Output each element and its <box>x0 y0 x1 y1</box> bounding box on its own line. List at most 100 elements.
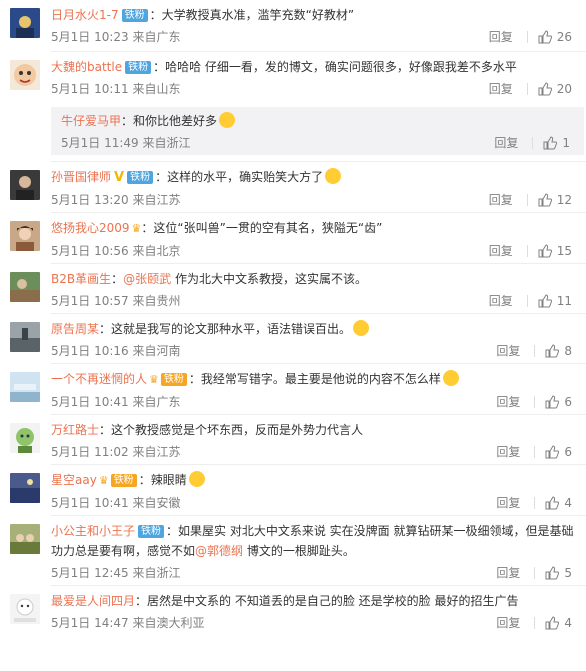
comment-item: 原告周某：这就是我写的论文那种水平，语法错误百出。 5月1日 10:16 来自河… <box>0 314 586 363</box>
avatar[interactable] <box>10 322 40 352</box>
like-button[interactable]: 26 <box>538 25 572 49</box>
verified-v-icon: V <box>114 170 125 185</box>
reply-button[interactable]: 回复 <box>489 289 513 313</box>
like-count: 26 <box>556 30 572 44</box>
thumb-up-icon <box>545 344 560 358</box>
thumb-up-icon <box>538 82 552 96</box>
comment-text: ：居然是中文系的 不知道丢的是自己的脸 还是学校的脸 最好的招生广告 <box>135 594 519 608</box>
avatar[interactable] <box>10 372 40 402</box>
reply-button[interactable]: 回复 <box>496 491 520 515</box>
comment-text: ：辣眼睛 <box>138 473 187 487</box>
commenter-name[interactable]: 万红路士 <box>51 423 99 437</box>
comment-time: 5月1日 10:41 来自广东 <box>51 395 181 409</box>
comment-time: 5月1日 10:41 来自安徽 <box>51 496 181 510</box>
like-button[interactable]: 5 <box>545 561 572 585</box>
thumb-up-icon <box>545 616 560 630</box>
avatar[interactable] <box>10 423 40 453</box>
commenter-name[interactable]: B2B革画生 <box>51 272 111 286</box>
comment-item: B2B革画生：@张颐武 作为北大中文系教授，这实属不该。 5月1日 10:57 … <box>0 264 586 313</box>
laugh-emoji-icon <box>188 471 205 487</box>
reply-button[interactable]: 回复 <box>489 239 513 263</box>
crown-icon: ♛ <box>98 474 109 487</box>
grin-emoji-icon <box>325 168 342 184</box>
like-count: 15 <box>556 244 572 258</box>
reply-button[interactable]: 回复 <box>494 131 518 155</box>
like-button[interactable]: 20 <box>538 77 572 101</box>
comment-text: ：这就是我写的论文那种水平，语法错误百出。 <box>99 322 352 336</box>
commenter-name[interactable]: 悠扬我心2009 <box>51 221 130 235</box>
reply-button[interactable]: 回复 <box>496 440 520 464</box>
avatar[interactable] <box>10 473 40 503</box>
fan-badge: 铁粉 <box>125 61 152 74</box>
reply-button[interactable]: 回复 <box>496 339 520 363</box>
avatar[interactable] <box>10 524 40 554</box>
avatar[interactable] <box>10 8 40 38</box>
crown-icon: ♛ <box>149 373 159 386</box>
thumb-up-icon <box>543 136 558 150</box>
like-count: 6 <box>564 395 572 409</box>
reply-button[interactable]: 回复 <box>489 25 513 49</box>
comment-text: ：哈哈哈 仔细一看，发的博文，确实问题很多，好像跟我差不多水平 <box>153 60 517 74</box>
like-button[interactable]: 4 <box>545 611 572 635</box>
reply-button[interactable]: 回复 <box>489 77 513 101</box>
avatar[interactable] <box>10 594 40 624</box>
reply-button[interactable]: 回复 <box>496 561 520 585</box>
comment-time: 5月1日 12:45 来自浙江 <box>51 566 181 580</box>
like-count: 4 <box>564 496 572 510</box>
comment-item: 星空aay ♛ 铁粉 ：辣眼睛 5月1日 10:41 来自安徽 回复 4 <box>0 465 586 515</box>
reply-button[interactable]: 回复 <box>496 611 520 635</box>
avatar[interactable] <box>10 272 40 302</box>
like-button[interactable]: 8 <box>545 339 572 363</box>
like-button[interactable]: 12 <box>538 188 572 212</box>
comment-time: 5月1日 10:16 来自河南 <box>51 344 181 358</box>
like-button[interactable]: 6 <box>545 390 572 414</box>
commenter-name[interactable]: 最爱是人间四月 <box>51 594 135 608</box>
unhappy-emoji-icon <box>442 370 459 386</box>
laugh-emoji-icon <box>219 112 236 128</box>
commenter-name[interactable]: 大魏的battle <box>51 60 122 74</box>
avatar[interactable] <box>10 60 40 90</box>
like-count: 8 <box>564 344 572 358</box>
like-count: 20 <box>556 82 572 96</box>
commenter-name[interactable]: 星空aay <box>51 473 97 487</box>
comment-time: 5月1日 10:23 来自广东 <box>51 30 181 44</box>
fan-badge: 铁粉 <box>121 9 148 22</box>
commenter-name[interactable]: 一个不再迷惘的人 <box>51 372 147 386</box>
comment-text: 博文的一根脚趾头。 <box>243 544 355 558</box>
commenter-name[interactable]: 孙晋国律师 <box>51 170 111 184</box>
mention-link[interactable]: @张颐武 <box>123 272 171 286</box>
laugh-emoji-icon <box>353 320 370 336</box>
comment-text: ：这位“张叫兽”一贯的空有其名，狭隘无“齿” <box>141 221 383 235</box>
like-count: 4 <box>564 616 572 630</box>
comment-time: 5月1日 13:20 来自江苏 <box>51 193 181 207</box>
like-button[interactable]: 11 <box>538 289 572 313</box>
like-button[interactable]: 1 <box>543 131 570 155</box>
avatar[interactable] <box>10 221 40 251</box>
commenter-name[interactable]: 日月水火1-7 <box>51 8 119 22</box>
fan-badge: 铁粉 <box>127 171 154 184</box>
reply-button[interactable]: 回复 <box>496 390 520 414</box>
like-button[interactable]: 6 <box>545 440 572 464</box>
comment-time: 5月1日 14:47 来自澳大利亚 <box>51 616 205 630</box>
like-button[interactable]: 4 <box>545 491 572 515</box>
comment-time: 5月1日 10:57 来自贵州 <box>51 294 181 308</box>
thumb-up-icon <box>545 566 560 580</box>
fan-badge: 铁粉 <box>110 474 137 487</box>
like-button[interactable]: 15 <box>538 239 572 263</box>
thumb-up-icon <box>545 445 560 459</box>
commenter-name[interactable]: 原告周某 <box>51 322 99 336</box>
comment-item: 万红路士：这个教授感觉是个坏东西，反而是外势力代言人 5月1日 11:02 来自… <box>0 415 586 464</box>
commenter-name[interactable]: 小公主和小王子 <box>51 524 135 538</box>
comment-list: 日月水火1-7 铁粉 ：大学教授真水准，滥竽充数“好教材” 5月1日 10:23 来… <box>0 0 586 635</box>
like-count: 1 <box>562 136 570 150</box>
reply-button[interactable]: 回复 <box>489 188 513 212</box>
crown-icon: ♛ <box>131 222 142 235</box>
comment-time: 5月1日 10:56 来自北京 <box>51 244 181 258</box>
thumb-up-icon <box>545 395 560 409</box>
comment-item: 最爱是人间四月：居然是中文系的 不知道丢的是自己的脸 还是学校的脸 最好的招生广… <box>0 586 586 635</box>
comment-time: 5月1日 11:02 来自江苏 <box>51 445 181 459</box>
comment-text: ：这样的水平，确实贻笑大方了 <box>155 170 324 184</box>
commenter-name[interactable]: 牛仔爱马甲 <box>61 114 121 128</box>
avatar[interactable] <box>10 170 40 200</box>
mention-link[interactable]: @郭德纲 <box>195 544 243 558</box>
